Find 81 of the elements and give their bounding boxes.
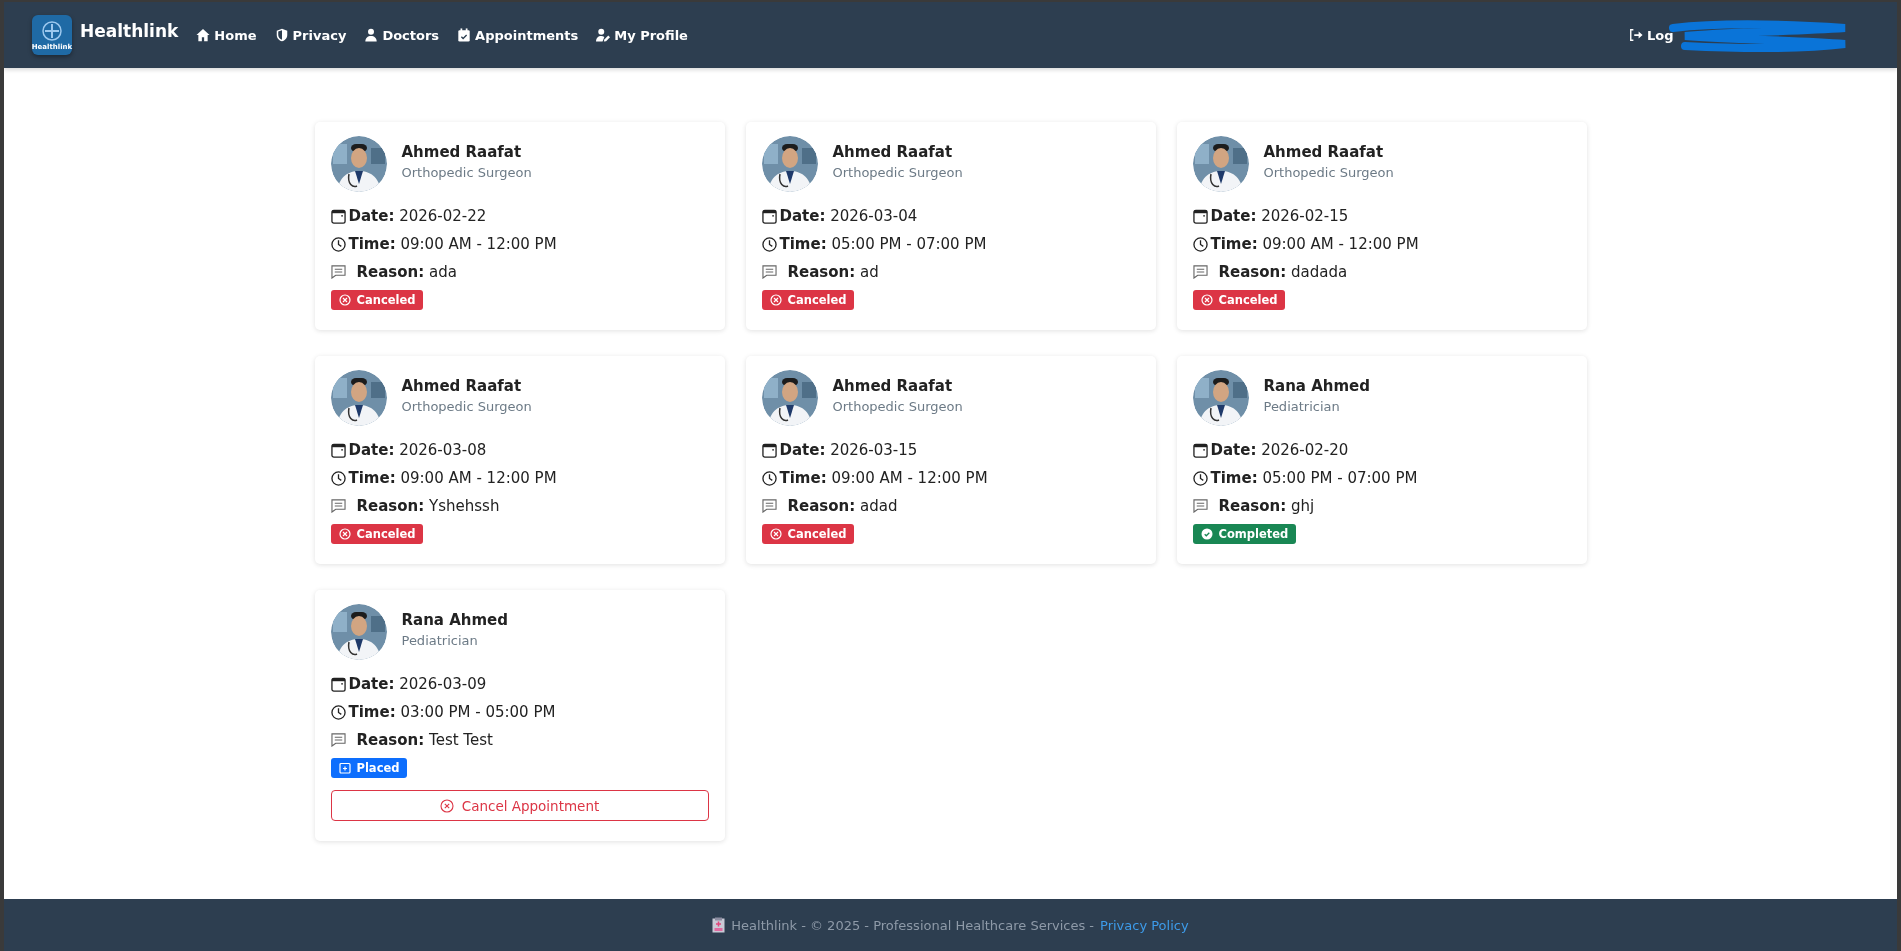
- brand-link[interactable]: Healthlink: [80, 21, 179, 41]
- message-icon: [1192, 265, 1208, 279]
- doctor-specialty: Pediatrician: [401, 632, 479, 648]
- person-icon: [364, 28, 379, 42]
- status-badge: Canceled: [330, 524, 424, 544]
- doctor-specialty: Orthopedic Surgeon: [401, 398, 532, 414]
- date-text: Date: 2026-03-09: [348, 675, 487, 693]
- reason-text: Reason: ad: [787, 263, 879, 281]
- logout-icon: [1629, 28, 1643, 42]
- status-badge: Placed: [330, 758, 408, 778]
- clock-icon: [761, 236, 777, 252]
- status-badge: Canceled: [761, 290, 855, 310]
- status-badge: Canceled: [1192, 290, 1286, 310]
- message-icon: [330, 733, 346, 747]
- reason-text: Reason: ghj: [1218, 497, 1315, 515]
- doctor-name: Ahmed Raafat: [832, 376, 954, 395]
- reason-text: Reason: Yshehssh: [356, 497, 500, 515]
- doctor-specialty: Orthopedic Surgeon: [832, 398, 963, 414]
- clipboard-icon: [712, 917, 726, 933]
- nav-link[interactable]: Privacy: [274, 27, 347, 43]
- doctor-specialty: Orthopedic Surgeon: [401, 164, 532, 180]
- user-edit-icon: [596, 28, 611, 42]
- footer-text: Healthlink - © 2025 - Professional Healthcare Services -: [731, 917, 1095, 933]
- doctor-name: Ahmed Raafat: [401, 142, 523, 161]
- nav-link[interactable]: My Profile: [596, 27, 688, 43]
- nav-link[interactable]: Appointments: [457, 27, 579, 43]
- time-text: Time: 09:00 AM - 12:00 PM: [779, 469, 988, 487]
- reason-text: Reason: ada: [356, 263, 457, 281]
- reason-text: Reason: adad: [787, 497, 898, 515]
- clock-icon: [330, 236, 346, 252]
- doctor-name: Rana Ahmed: [1263, 376, 1371, 395]
- doctor-name: Ahmed Raafat: [1263, 142, 1385, 161]
- calendar-icon: [1192, 442, 1208, 458]
- message-icon: [761, 265, 777, 279]
- time-text: Time: 05:00 PM - 07:00 PM: [779, 235, 987, 253]
- doctor-specialty: Pediatrician: [1263, 398, 1341, 414]
- time-text: Time: 09:00 AM - 12:00 PM: [348, 235, 557, 253]
- date-text: Date: 2026-03-08: [348, 441, 487, 459]
- status-badge: Canceled: [330, 290, 424, 310]
- calendar-icon: [761, 442, 777, 458]
- calendar-icon: [457, 28, 472, 42]
- privacy-policy-link[interactable]: Privacy Policy: [1100, 917, 1189, 933]
- message-icon: [761, 499, 777, 513]
- time-text: Time: 05:00 PM - 07:00 PM: [1210, 469, 1418, 487]
- status-badge: Completed: [1192, 524, 1297, 544]
- date-text: Date: 2026-03-04: [779, 207, 918, 225]
- doctor-specialty: Orthopedic Surgeon: [1263, 164, 1394, 180]
- time-text: Time: 09:00 AM - 12:00 PM: [348, 469, 557, 487]
- date-text: Date: 2026-03-15: [779, 441, 918, 459]
- doctor-name: Ahmed Raafat: [832, 142, 954, 161]
- calendar-icon: [330, 676, 346, 692]
- calendar-icon: [330, 442, 346, 458]
- date-text: Date: 2026-02-22: [348, 207, 487, 225]
- doctor-name: Rana Ahmed: [401, 610, 509, 629]
- date-text: Date: 2026-02-15: [1210, 207, 1349, 225]
- cancel-icon: [439, 798, 454, 813]
- message-icon: [330, 265, 346, 279]
- date-text: Date: 2026-02-20: [1210, 441, 1349, 459]
- status-badge: Canceled: [761, 524, 855, 544]
- clock-icon: [1192, 470, 1208, 486]
- reason-text: Reason: Test Test: [356, 731, 493, 749]
- clock-icon: [761, 470, 777, 486]
- clock-icon: [330, 704, 346, 720]
- cancel-appointment-button[interactable]: Cancel Appointment: [330, 790, 709, 821]
- doctor-name: Ahmed Raafat: [401, 376, 523, 395]
- doctor-specialty: Orthopedic Surgeon: [832, 164, 963, 180]
- calendar-icon: [761, 208, 777, 224]
- clock-icon: [330, 470, 346, 486]
- nav-link[interactable]: Home: [196, 27, 257, 43]
- nav-link[interactable]: Doctors: [364, 27, 440, 43]
- reason-text: Reason: dadada: [1218, 263, 1348, 281]
- calendar-icon: [1192, 208, 1208, 224]
- message-icon: [1192, 499, 1208, 513]
- calendar-icon: [330, 208, 346, 224]
- home-icon: [196, 28, 211, 42]
- shield-icon: [274, 28, 289, 42]
- message-icon: [330, 499, 346, 513]
- clock-icon: [1192, 236, 1208, 252]
- time-text: Time: 03:00 PM - 05:00 PM: [348, 703, 556, 721]
- logout-link[interactable]: Log: [1629, 27, 1674, 43]
- time-text: Time: 09:00 AM - 12:00 PM: [1210, 235, 1419, 253]
